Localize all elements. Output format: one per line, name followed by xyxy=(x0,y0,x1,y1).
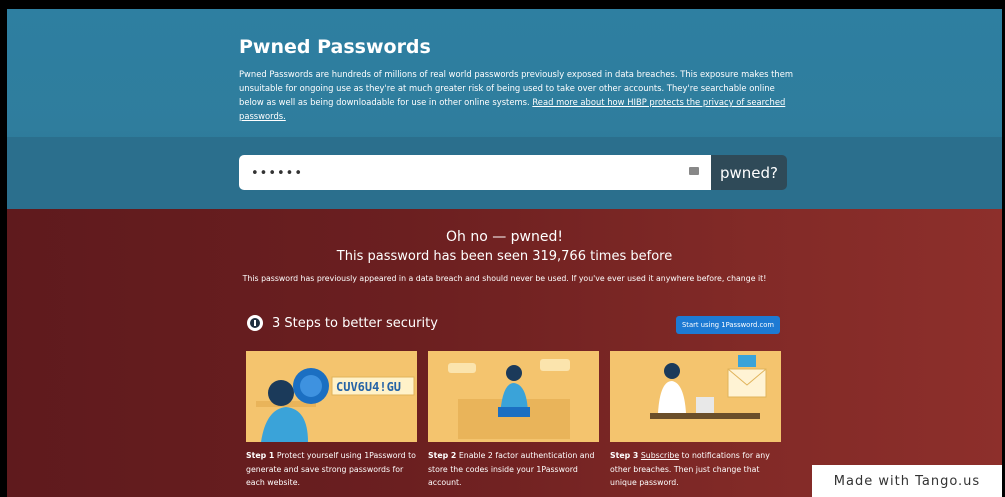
keyboard-icon xyxy=(689,167,699,175)
result-count: This password has been seen 319,766 time… xyxy=(336,249,673,264)
step2-label: Step 2 xyxy=(428,451,457,460)
result-headline: Oh no — pwned! xyxy=(445,229,563,245)
onepassword-icon xyxy=(247,315,263,331)
steps-heading: 3 Steps to better security xyxy=(247,315,438,331)
step3-label: Step 3 xyxy=(610,451,639,460)
generated-password: CUV6U4!GU xyxy=(336,380,401,394)
subscribe-link[interactable]: Subscribe xyxy=(641,451,679,460)
person-head-icon xyxy=(268,380,294,406)
step3-text: Step 3 Subscribe to notifications for an… xyxy=(610,449,784,490)
start-1password-button[interactable]: Start using 1Password.com xyxy=(676,316,780,334)
password-input[interactable]: •••••• xyxy=(239,155,711,190)
step1-label: Step 1 xyxy=(246,451,275,460)
result-advice: This password has previously appeared in… xyxy=(242,274,767,283)
page-description: Pwned Passwords are hundreds of millions… xyxy=(239,67,799,123)
step2-illustration xyxy=(428,351,599,442)
step1-illustration: CUV6U4!GU xyxy=(246,351,417,442)
page-title: Pwned Passwords xyxy=(239,36,431,58)
step1-text: Step 1 Protect yourself using 1Password … xyxy=(246,449,420,490)
steps-title: 3 Steps to better security xyxy=(272,315,438,331)
password-value: •••••• xyxy=(251,166,304,181)
step2-text: Step 2 Enable 2 factor authentication an… xyxy=(428,449,602,490)
tango-watermark: Made with Tango.us xyxy=(812,465,1002,497)
page: Pwned Passwords Pwned Passwords are hund… xyxy=(7,9,1002,497)
pwned-button[interactable]: pwned? xyxy=(711,155,787,190)
step3-illustration xyxy=(610,351,781,442)
